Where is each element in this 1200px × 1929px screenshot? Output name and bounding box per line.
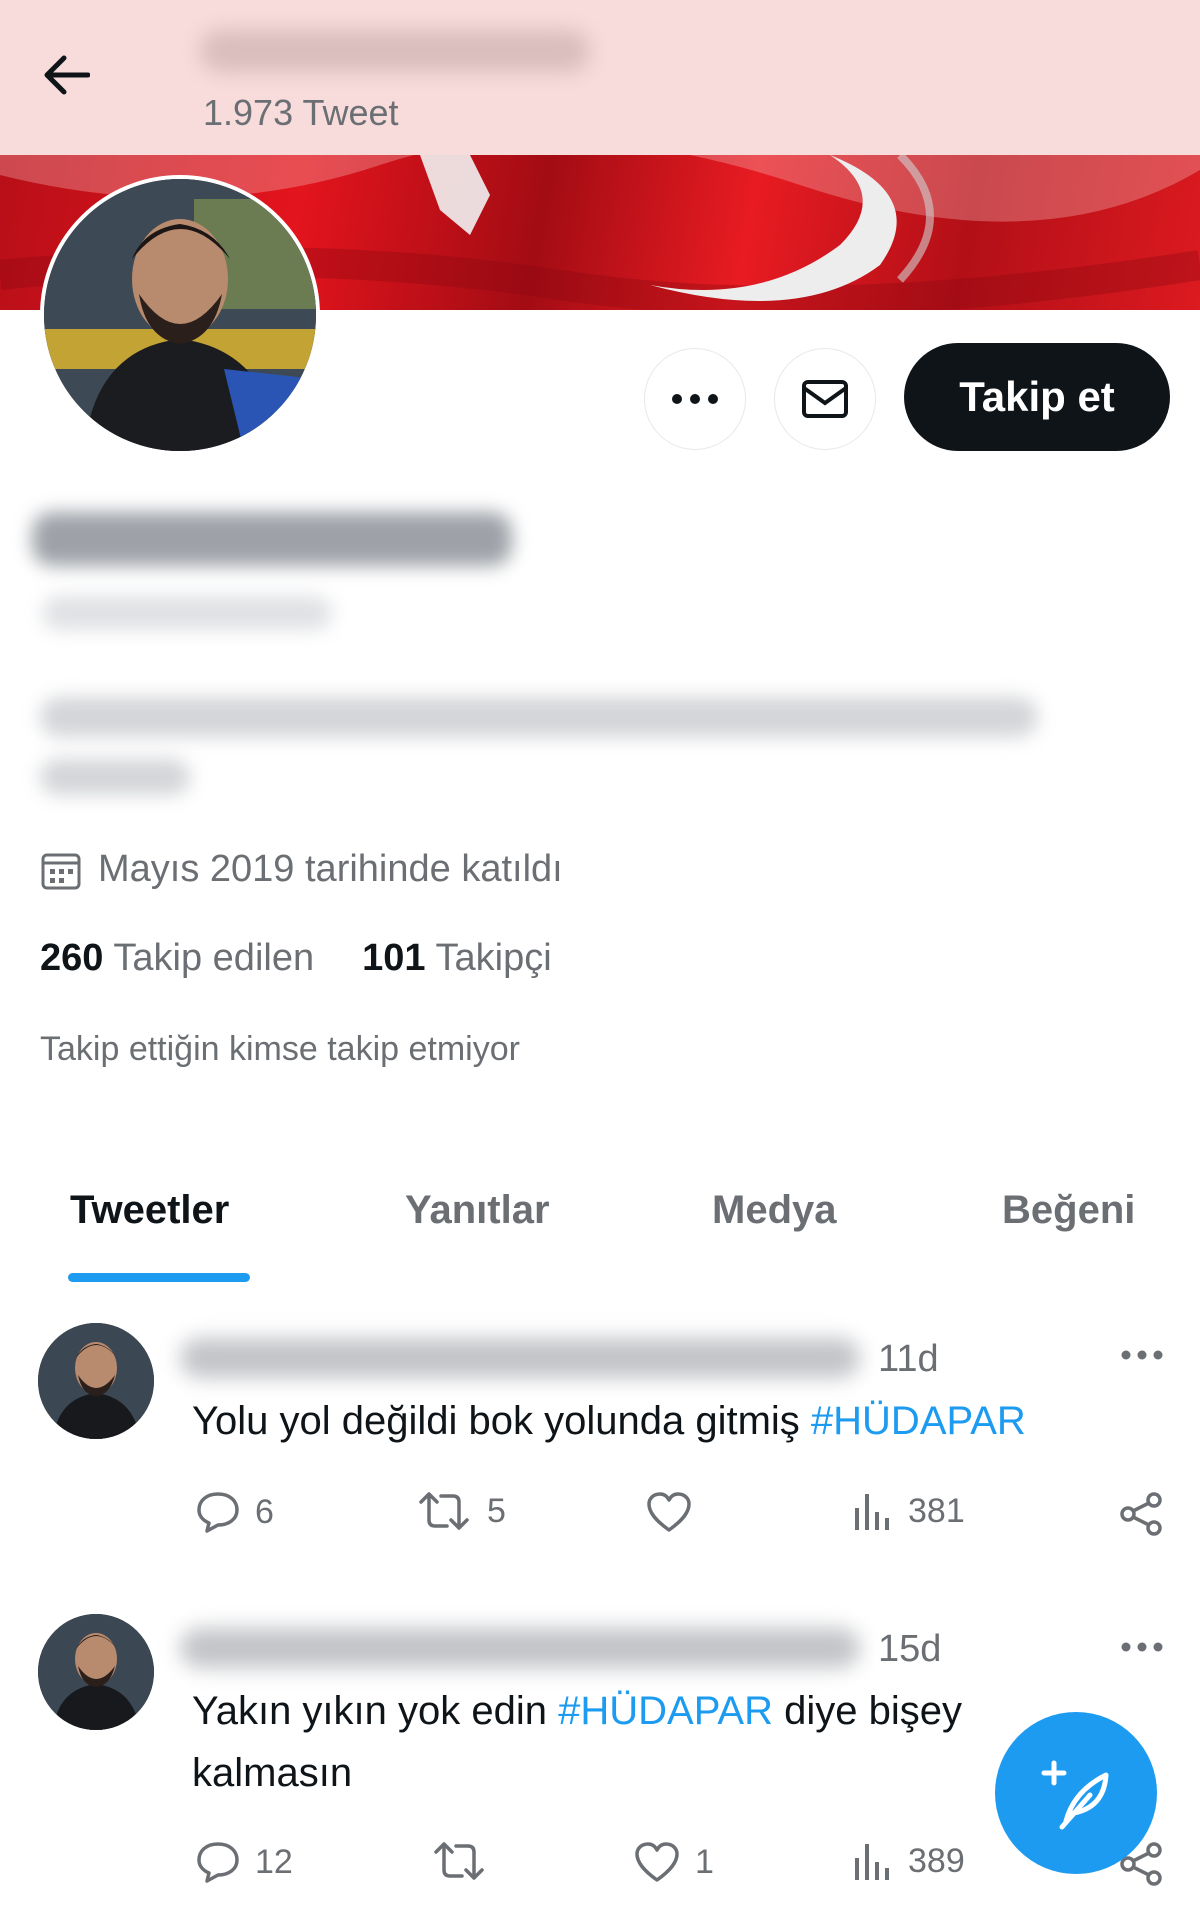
views-button[interactable]: 389	[852, 1840, 965, 1882]
follow-button[interactable]: Takip et	[904, 343, 1170, 451]
message-button[interactable]	[774, 348, 876, 450]
compose-tweet-button[interactable]	[995, 1712, 1157, 1874]
share-button[interactable]	[1118, 1492, 1164, 1541]
followers-label: Takipçi	[435, 937, 552, 979]
bio-line-redacted	[40, 759, 190, 795]
tab-likes[interactable]: Beğeni	[1002, 1188, 1135, 1233]
tweet-text: Yolu yol değildi bok yolunda gitmiş #HÜD…	[192, 1390, 1152, 1452]
reply-button[interactable]: 6	[195, 1490, 274, 1534]
tweet-more-button[interactable]	[1120, 1640, 1164, 1658]
following-link[interactable]: 260 Takip edilen	[40, 937, 314, 980]
bar-chart-icon	[855, 1844, 889, 1880]
heart-icon	[647, 1492, 691, 1532]
display-name-redacted	[32, 512, 512, 566]
more-horizontal-icon	[1121, 1642, 1163, 1652]
tab-tweets[interactable]: Tweetler	[70, 1188, 229, 1233]
view-count: 389	[908, 1841, 965, 1880]
bio-line-redacted	[40, 697, 1038, 737]
tweet-time: 15d	[878, 1628, 942, 1670]
envelope-icon	[802, 380, 848, 418]
tweet-author-redacted	[180, 1628, 860, 1668]
retweet-icon	[434, 1842, 484, 1880]
reply-count: 12	[255, 1842, 293, 1881]
feather-plus-icon	[1041, 1760, 1109, 1830]
hashtag-link[interactable]: #HÜDAPAR	[558, 1689, 773, 1733]
share-icon	[1120, 1492, 1162, 1536]
more-horizontal-icon	[1121, 1350, 1163, 1360]
handle-redacted	[42, 596, 332, 630]
retweet-count: 5	[487, 1491, 506, 1530]
tweet-avatar[interactable]	[38, 1614, 154, 1730]
follow-stats: 260 Takip edilen 101 Takipçi	[40, 937, 552, 980]
tab-replies[interactable]: Yanıtlar	[405, 1188, 550, 1233]
back-button[interactable]	[40, 48, 94, 102]
mutual-followers-note: Takip ettiğin kimse takip etmiyor	[40, 1030, 520, 1068]
active-tab-indicator	[68, 1273, 250, 1282]
tweet-text-body: Yolu yol değildi bok yolunda gitmiş	[192, 1399, 811, 1443]
like-button[interactable]: 1	[633, 1840, 714, 1884]
followers-count: 101	[362, 937, 426, 979]
calendar-icon	[41, 853, 81, 889]
hashtag-link[interactable]: #HÜDAPAR	[811, 1399, 1026, 1443]
view-count: 381	[908, 1491, 965, 1530]
join-date: Mayıs 2019 tarihinde katıldı	[40, 848, 563, 891]
tweet-time: 11d	[878, 1338, 939, 1380]
retweet-button[interactable]	[430, 1840, 502, 1882]
like-count: 1	[695, 1842, 714, 1881]
retweet-button[interactable]: 5	[415, 1490, 506, 1532]
avatar-photo	[44, 179, 316, 451]
retweet-icon	[419, 1492, 469, 1530]
tweet-author-redacted	[180, 1338, 860, 1378]
following-count: 260	[40, 937, 104, 979]
like-button[interactable]	[645, 1490, 707, 1534]
profile-avatar[interactable]	[40, 175, 320, 455]
more-horizontal-icon	[672, 394, 718, 404]
tweet-more-button[interactable]	[1120, 1348, 1164, 1366]
tweet-avatar[interactable]	[38, 1323, 154, 1439]
views-button[interactable]: 381	[852, 1490, 965, 1532]
heart-icon	[635, 1842, 679, 1882]
following-label: Takip edilen	[113, 937, 315, 979]
more-options-button[interactable]	[644, 348, 746, 450]
join-date-text: Mayıs 2019 tarihinde katıldı	[98, 848, 563, 890]
tweet-text-body: Yakın yıkın yok edin	[192, 1689, 559, 1733]
reply-count: 6	[255, 1492, 274, 1531]
top-bar	[0, 0, 1200, 155]
header-tweet-count: 1.973 Tweet	[203, 92, 399, 133]
tweet-text: Yakın yıkın yok edin #HÜDAPAR diye bişey…	[192, 1680, 1092, 1804]
speech-bubble-icon	[197, 1492, 239, 1533]
bar-chart-icon	[855, 1494, 889, 1530]
reply-button[interactable]: 12	[195, 1840, 293, 1884]
speech-bubble-icon	[197, 1842, 239, 1883]
avatar-photo	[38, 1614, 154, 1730]
header-name-redacted	[200, 30, 590, 72]
arrow-left-icon	[44, 55, 90, 95]
followers-link[interactable]: 101 Takipçi	[362, 937, 552, 980]
avatar-photo	[38, 1323, 154, 1439]
tab-media[interactable]: Medya	[712, 1188, 837, 1233]
